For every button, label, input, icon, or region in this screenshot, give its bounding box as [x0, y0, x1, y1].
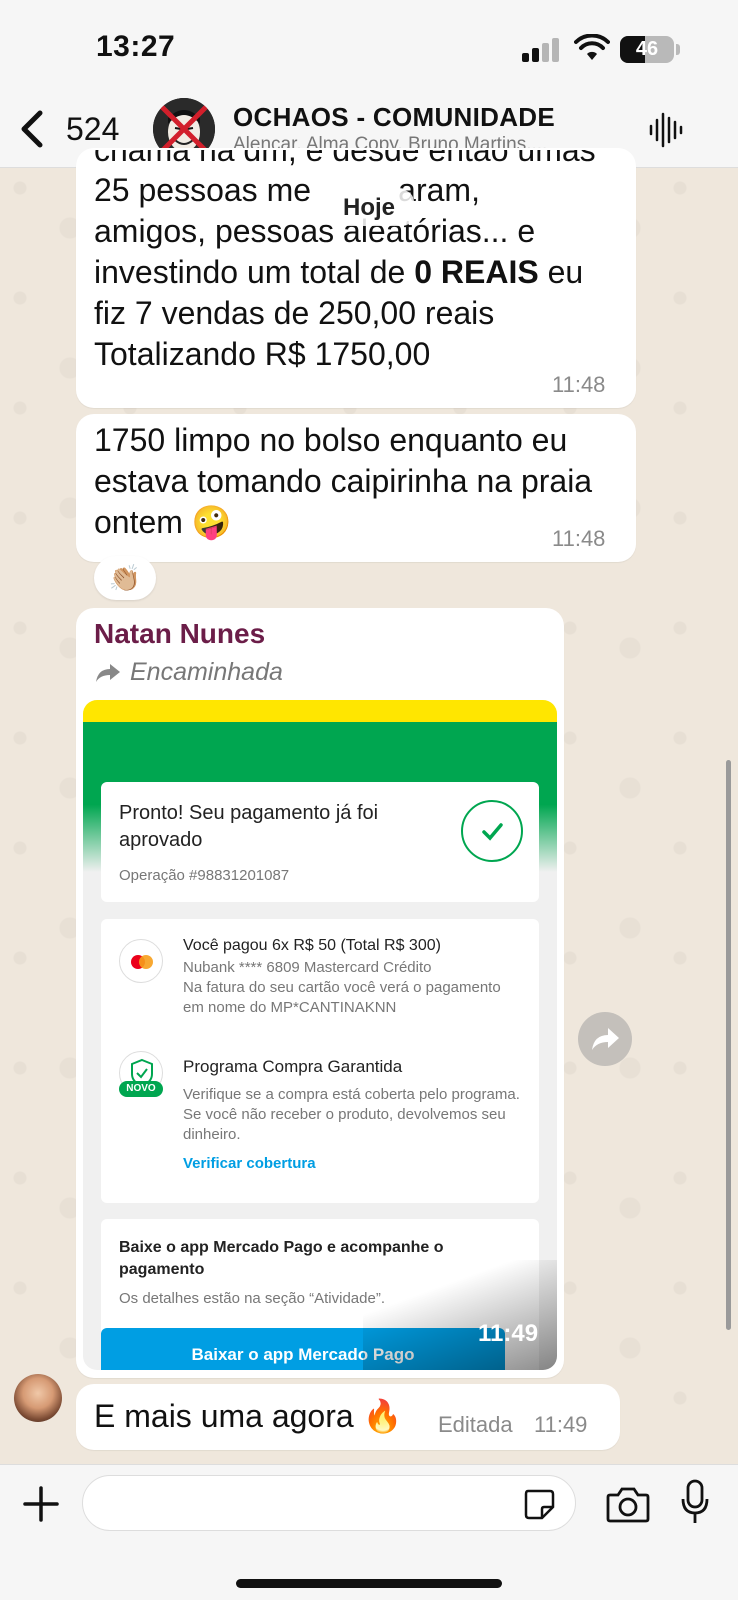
message-time: 11:48	[552, 526, 606, 551]
scrollbar[interactable]	[726, 760, 731, 1330]
forward-arrow-icon	[96, 663, 120, 682]
message-text: E mais uma agora 🔥	[94, 1398, 403, 1434]
message-input[interactable]	[82, 1475, 576, 1531]
forwarded-label: Encaminhada	[94, 658, 283, 687]
chevron-left-icon	[21, 110, 43, 148]
check-icon	[461, 800, 523, 862]
message-bubble[interactable]: E mais uma agora 🔥 Editada 11:49	[76, 1384, 620, 1450]
sticker-icon[interactable]	[522, 1487, 556, 1521]
voice-chat-icon[interactable]	[648, 110, 684, 150]
message-composer	[0, 1464, 738, 1600]
approved-card: Pronto! Seu pagamento já foi aprovado Op…	[101, 782, 539, 902]
forwarded-image[interactable]: Pronto! Seu pagamento já foi aprovado Op…	[83, 700, 557, 1370]
camera-icon[interactable]	[606, 1485, 650, 1523]
message-time: 11:49	[534, 1412, 588, 1437]
paid-amount: Você pagou 6x R$ 50 (Total R$ 300)	[183, 937, 441, 954]
date-chip: Hoje	[324, 190, 414, 226]
program-title: Programa Compra Garantida	[183, 1057, 403, 1076]
wifi-icon	[574, 34, 610, 60]
status-bar: 13:27 46	[0, 0, 738, 92]
sender-avatar[interactable]	[14, 1374, 62, 1422]
forward-icon	[592, 1028, 619, 1050]
unread-count: 524	[66, 110, 120, 147]
invoice-note: Na fatura do seu cartão você verá o paga…	[183, 979, 501, 1016]
operation-number: Operação #98831201087	[119, 867, 290, 884]
message-text: chama na dm, e desde então umas 25 pesso…	[94, 150, 596, 372]
card-info: Nubank **** 6809 Mastercard Crédito	[183, 959, 432, 976]
status-time: 13:27	[96, 30, 176, 63]
edited-label: Editada	[438, 1412, 513, 1437]
approved-title: Pronto! Seu pagamento já foi aprovado	[119, 802, 379, 851]
battery-icon: 46	[620, 36, 674, 63]
verify-coverage-link[interactable]: Verificar cobertura	[183, 1155, 523, 1172]
forward-button[interactable]	[578, 1012, 632, 1066]
program-description: Verifique se a compra está coberta pelo …	[183, 1086, 520, 1143]
message-text: 1750 limpo no bolso enquanto eu estava t…	[94, 422, 593, 540]
message-bubble[interactable]: 1750 limpo no bolso enquanto eu estava t…	[76, 414, 636, 562]
sender-name[interactable]: Natan Nunes	[94, 618, 265, 650]
plus-icon[interactable]	[22, 1485, 60, 1523]
group-title[interactable]: OCHAOS - COMUNIDADE	[233, 102, 555, 133]
payment-card: Você pagou 6x R$ 50 (Total R$ 300) Nuban…	[101, 919, 539, 1203]
message-reaction[interactable]: 👏🏼	[94, 556, 156, 600]
mastercard-icon	[119, 939, 163, 983]
back-button[interactable]: 524	[18, 106, 128, 152]
mp-header-bar	[83, 700, 557, 722]
microphone-icon[interactable]	[680, 1479, 710, 1527]
message-time: 11:48	[552, 372, 606, 397]
home-indicator	[236, 1579, 502, 1588]
battery-level: 46	[635, 38, 659, 60]
novo-badge: NOVO	[119, 1081, 163, 1097]
cellular-signal-icon	[522, 38, 562, 62]
message-time: 11:49	[478, 1320, 539, 1347]
